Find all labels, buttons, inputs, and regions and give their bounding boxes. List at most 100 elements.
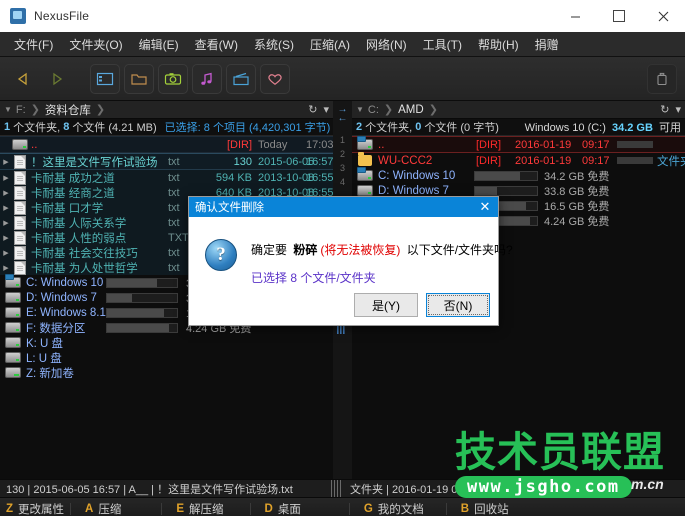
table-row[interactable]: ▶ ！这里是文件写作试验场 txt 130 2015-06-05 16:57	[0, 153, 333, 170]
right-folder-label: 个文件夹,	[365, 119, 412, 135]
menu-item-network[interactable]: 网络(N)	[358, 33, 415, 56]
right-breadcrumb-drive[interactable]: C:	[368, 104, 379, 116]
minimize-icon	[570, 11, 581, 22]
question-icon: ?	[205, 239, 237, 271]
maximize-button[interactable]	[597, 0, 641, 32]
favorites-button[interactable]	[260, 64, 290, 94]
table-row[interactable]: WU-CCC2 [DIR] 2016-01-19 09:17 文件夹	[352, 153, 685, 168]
tab-number-4[interactable]: 4	[340, 175, 345, 189]
no-button[interactable]: 否(N)	[426, 293, 490, 317]
tab-number-2[interactable]: 2	[340, 147, 345, 161]
splitter-arrows[interactable]: → ←	[338, 105, 348, 123]
left-info-bar: 1 个文件夹, 8 个文件 (4.21 MB) 已选择: 8 个项目 (4,42…	[0, 119, 333, 136]
updir-date: 2016-01-19	[515, 139, 571, 151]
folder-tag: 文件夹	[657, 153, 685, 169]
left-breadcrumb-actions: ↻ ▾	[302, 103, 333, 116]
fn-change-attributes[interactable]: Z 更改属性	[0, 501, 70, 516]
folder-type: [DIR]	[476, 155, 501, 167]
expander-icon[interactable]: ▶	[0, 158, 12, 166]
function-key-bar: Z 更改属性 A 压缩 E 解压缩 D 桌面 G 我的文档 B 回收站	[0, 497, 685, 516]
heart-icon	[266, 71, 284, 87]
menu-item-edit[interactable]: 编辑(E)	[131, 33, 187, 56]
radio-button[interactable]	[226, 64, 256, 94]
confirm-delete-dialog: 确认文件删除 ✕ ? 确定要 粉碎(将无法被恢复) 以下文件/文件夹吗? 已选择…	[188, 196, 499, 326]
expander-icon[interactable]: ▶	[0, 189, 12, 197]
list-item-drive[interactable]: L: U 盘	[0, 350, 333, 365]
refresh-icon[interactable]: ↻	[660, 103, 669, 116]
file-icon	[12, 261, 28, 275]
right-file-label: 个文件 (0 字节)	[424, 119, 499, 135]
chevron-down-icon[interactable]: ▼	[4, 105, 12, 114]
fn-recycle-bin[interactable]: B 回收站	[447, 501, 515, 516]
right-breadcrumb-segment[interactable]: AMD	[398, 104, 424, 116]
list-item-drive[interactable]: Z: 新加卷	[0, 365, 333, 380]
window-view-button[interactable]	[90, 64, 120, 94]
fn-compress[interactable]: A 压缩	[71, 501, 127, 516]
dropdown-icon[interactable]: ▾	[323, 103, 329, 116]
menu-item-help[interactable]: 帮助(H)	[470, 33, 527, 56]
list-item-drive[interactable]: K: U 盘	[0, 335, 333, 350]
expander-icon[interactable]: ▶	[0, 219, 12, 227]
menu-item-view[interactable]: 查看(W)	[187, 33, 246, 56]
menu-item-compress[interactable]: 压缩(A)	[302, 33, 358, 56]
right-file-count: 0	[415, 121, 421, 133]
list-item-updir[interactable]: .. [DIR] Today 17:03	[0, 136, 333, 153]
forward-arrow-icon	[49, 71, 65, 87]
delete-button[interactable]	[647, 64, 677, 94]
file-icon	[12, 186, 28, 200]
expander-icon[interactable]: ▶	[0, 174, 12, 182]
folder-button[interactable]	[124, 64, 154, 94]
right-breadcrumb-actions: ↻ ▾	[654, 103, 685, 116]
tab-number-3[interactable]: 3	[340, 161, 345, 175]
chevron-down-icon[interactable]: ▼	[356, 105, 364, 114]
menu-item-folder[interactable]: 文件夹(O)	[61, 33, 130, 56]
expander-icon[interactable]: ▶	[0, 234, 12, 242]
status-grip[interactable]	[331, 480, 341, 497]
music-button[interactable]	[192, 64, 222, 94]
expander-icon[interactable]: ▶	[0, 249, 12, 257]
list-item-drive[interactable]: C: Windows 10 34.2 GB 免费	[352, 168, 685, 183]
music-note-icon	[198, 71, 216, 87]
file-name: ！这里是文件写作试验场	[28, 154, 158, 170]
minimize-button[interactable]	[553, 0, 597, 32]
table-row[interactable]: ▶ 卡耐基 成功之道 txt 594 KB 2013-10-08 16:55	[0, 170, 333, 185]
menu-item-file[interactable]: 文件(F)	[6, 33, 61, 56]
expander-icon[interactable]: ▶	[0, 204, 12, 212]
fn-extract[interactable]: E 解压缩	[162, 501, 229, 516]
menu-item-tools[interactable]: 工具(T)	[415, 33, 470, 56]
status-bar: 130 | 2015-06-05 16:57 | A__ | ！这里是文件写作试…	[0, 479, 685, 497]
copy-left-icon[interactable]: ←	[338, 114, 348, 123]
file-icon	[12, 246, 28, 260]
folder-time: 09:17	[582, 155, 610, 167]
updir-date: Today	[258, 139, 287, 151]
menu-item-system[interactable]: 系统(S)	[246, 33, 302, 56]
expander-icon[interactable]: ▶	[0, 264, 12, 272]
right-folder-count: 2	[356, 121, 362, 133]
back-button[interactable]	[8, 64, 38, 94]
close-button[interactable]	[641, 0, 685, 32]
file-icon	[12, 171, 28, 185]
left-breadcrumb[interactable]: ▼ F: ❯ 资料仓库 ❯ ↻ ▾	[0, 101, 333, 119]
drive-icon	[4, 367, 22, 378]
yes-button[interactable]: 是(Y)	[354, 293, 418, 317]
refresh-icon[interactable]: ↻	[308, 103, 317, 116]
tab-number-1[interactable]: 1	[340, 133, 345, 147]
drive-usage-meter	[474, 171, 538, 181]
left-folder-count: 1	[4, 121, 10, 133]
dropdown-icon[interactable]: ▾	[675, 103, 681, 116]
left-breadcrumb-drive[interactable]: F:	[16, 104, 26, 116]
grid-icon[interactable]	[337, 325, 348, 335]
menu-item-donate[interactable]: 捐赠	[527, 33, 567, 56]
right-breadcrumb[interactable]: ▼ C: ❯ AMD ❯ ↻ ▾	[352, 101, 685, 119]
forward-button[interactable]	[42, 64, 72, 94]
fn-label-a: 压缩	[98, 501, 121, 516]
file-name: 卡耐基 经商之道	[28, 185, 115, 201]
left-breadcrumb-segment[interactable]: 资料仓库	[45, 102, 91, 118]
fn-my-documents[interactable]: G 我的文档	[350, 501, 430, 516]
dialog-close-button[interactable]: ✕	[472, 197, 498, 217]
drive-usage-meter	[106, 323, 178, 333]
file-ext: txt	[168, 172, 180, 184]
camera-button[interactable]	[158, 64, 188, 94]
list-item-updir[interactable]: .. [DIR] 2016-01-19 09:17	[352, 136, 685, 153]
fn-desktop[interactable]: D 桌面	[251, 501, 307, 516]
